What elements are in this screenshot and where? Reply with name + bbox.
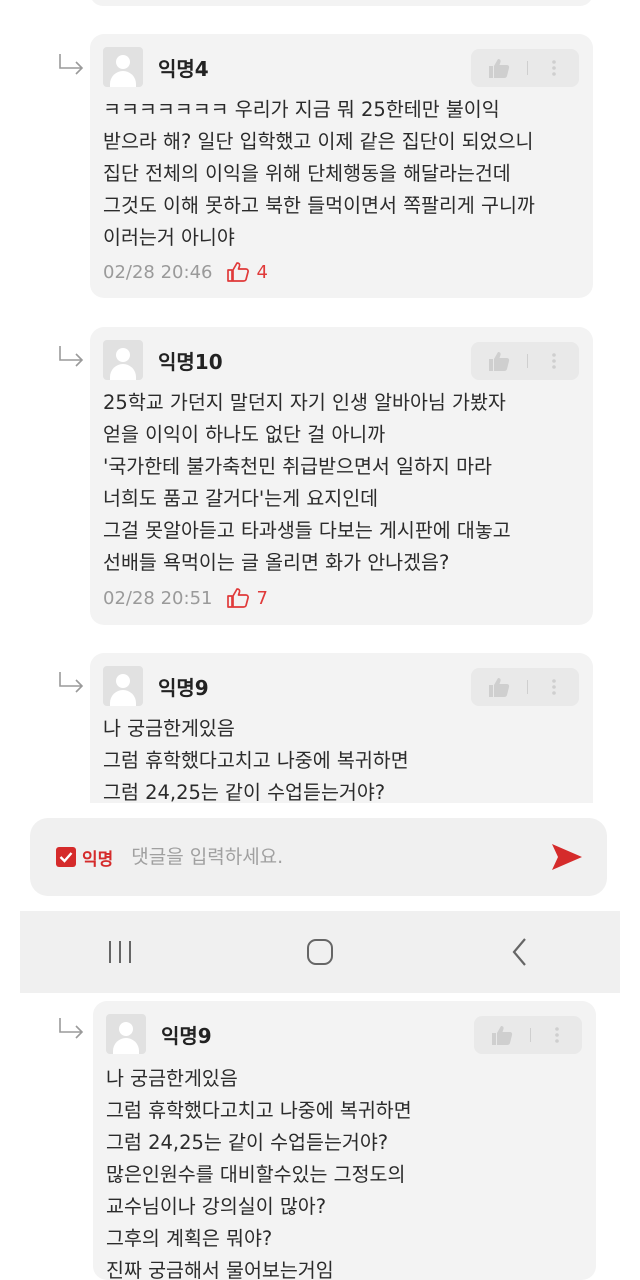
comment-actions: [471, 668, 579, 706]
home-icon[interactable]: [280, 922, 360, 982]
avatar: [106, 1014, 146, 1054]
recent-apps-icon[interactable]: [80, 922, 160, 982]
comment-card: 익명9 나 궁금한게있음 그럼 휴학했다고치고 나중에 복귀하면 그럼 24,2…: [90, 653, 593, 803]
comment-text: 나 궁금한게있음 그럼 휴학했다고치고 나중에 복귀하면 그럼 24,25는 같…: [103, 717, 409, 803]
comment-card: 익명9 나 궁금한게있음 그럼 휴학했다고치고 나중에 복귀하면 그럼 24,2…: [93, 1001, 596, 1280]
system-nav-bar: [20, 911, 620, 993]
comment-input[interactable]: [131, 846, 547, 868]
comment-nickname: 익명9: [158, 675, 209, 700]
back-icon[interactable]: [480, 922, 560, 982]
comment-nickname: 익명9: [161, 1023, 212, 1048]
comment-text: 나 궁금한게있음 그럼 휴학했다고치고 나중에 복귀하면 그럼 24,25는 같…: [106, 1067, 412, 1280]
reply-arrow-icon: [56, 1016, 86, 1042]
anonymous-checkbox[interactable]: [56, 847, 76, 867]
anonymous-label[interactable]: 익명: [82, 845, 113, 870]
thumbs-up-icon[interactable]: [474, 1016, 530, 1054]
comment-actions: [474, 1016, 582, 1054]
more-options-icon[interactable]: [531, 1016, 582, 1054]
send-icon[interactable]: [547, 837, 587, 877]
comment-clip-region: 익명9 나 궁금한게있음 그럼 휴학했다고치고 나중에 복귀하면 그럼 24,2…: [0, 0, 640, 803]
avatar: [103, 666, 143, 706]
comment-input-bar: 익명: [30, 818, 607, 896]
more-options-icon[interactable]: [528, 668, 579, 706]
thumbs-up-icon[interactable]: [471, 668, 527, 706]
